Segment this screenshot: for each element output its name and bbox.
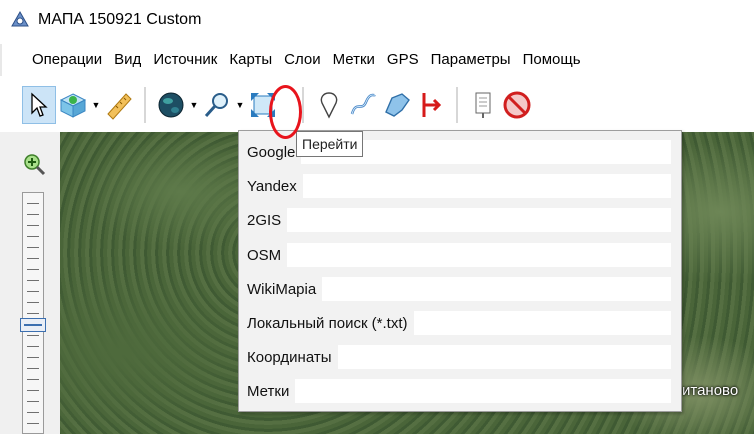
placemark-button[interactable] <box>312 86 346 124</box>
zoom-slider-thumb[interactable] <box>20 318 46 332</box>
track-button[interactable] <box>346 86 380 124</box>
goto-label-2gis: 2GIS <box>247 211 282 229</box>
goto-label-wikimapia: WikiMapia <box>247 280 317 298</box>
menu-view[interactable]: Вид <box>108 44 147 76</box>
goto-label-google: Google <box>247 143 296 161</box>
goto-row-yandex[interactable]: Yandex <box>247 174 677 198</box>
search-goto-dropdown-arrow[interactable]: ▼ <box>234 86 246 124</box>
goto-input-yandex[interactable] <box>302 174 671 198</box>
magnifier-icon <box>204 93 228 118</box>
menu-layers[interactable]: Слои <box>278 44 326 76</box>
goto-label-local-search: Локальный поиск (*.txt) <box>247 314 408 332</box>
window-title: МАПА 150921 Custom <box>38 11 202 28</box>
map-app-icon <box>11 10 29 27</box>
goto-input-2gis[interactable] <box>287 208 671 232</box>
ruler-button[interactable] <box>102 86 136 124</box>
note-icon <box>475 92 491 118</box>
map-place-label: итаново <box>682 382 739 399</box>
map-tiles-button[interactable] <box>56 86 90 124</box>
goto-input-local-search[interactable] <box>413 311 671 335</box>
search-goto-button[interactable] <box>200 86 234 124</box>
menu-bar: Операции Вид Источник Карты Слои Метки G… <box>0 44 754 76</box>
toolbar: ▼ ▼ ▼ <box>0 80 754 130</box>
menu-gps[interactable]: GPS <box>381 44 425 76</box>
polygon-button[interactable] <box>380 86 414 124</box>
goto-label-marks: Метки <box>247 382 290 400</box>
pin-icon <box>320 92 338 119</box>
title-bar: МАПА 150921 Custom <box>0 0 754 40</box>
menu-maps[interactable]: Карты <box>223 44 278 76</box>
goto-label-yandex: Yandex <box>247 177 297 195</box>
globe-icon <box>158 92 184 118</box>
goto-row-2gis[interactable]: 2GIS <box>247 208 677 232</box>
polygon-icon <box>385 93 410 117</box>
prohibited-icon <box>503 91 531 119</box>
fullscreen-button[interactable] <box>246 86 280 124</box>
map-tiles-dropdown-arrow[interactable]: ▼ <box>90 86 102 124</box>
track-icon <box>350 93 376 115</box>
goto-input-osm[interactable] <box>287 243 671 267</box>
menu-help[interactable]: Помощь <box>517 44 587 76</box>
ruler-icon <box>107 93 132 120</box>
goto-row-coordinates[interactable]: Координаты <box>247 345 677 369</box>
menu-operations[interactable]: Операции <box>26 44 108 76</box>
notes-button[interactable] <box>466 86 500 124</box>
menu-parameters[interactable]: Параметры <box>425 44 517 76</box>
zoom-in-icon[interactable] <box>22 152 46 176</box>
goto-row-osm[interactable]: OSM <box>247 243 677 267</box>
goto-label-osm: OSM <box>247 246 282 264</box>
toolbar-separator <box>144 87 146 123</box>
goto-row-wikimapia[interactable]: WikiMapia <box>247 277 677 301</box>
globe-dropdown-arrow[interactable]: ▼ <box>188 86 200 124</box>
goto-input-wikimapia[interactable] <box>322 277 671 301</box>
globe-button[interactable] <box>154 86 188 124</box>
goto-input-marks[interactable] <box>295 379 671 403</box>
menu-marks[interactable]: Метки <box>327 44 381 76</box>
select-pointer-button[interactable] <box>22 86 56 124</box>
toolbar-separator <box>456 87 458 123</box>
toolbar-separator <box>302 87 304 123</box>
cursor-arrow-icon <box>31 92 48 117</box>
goto-input-coordinates[interactable] <box>337 345 671 369</box>
goto-row-marks[interactable]: Метки <box>247 379 677 403</box>
goto-tooltip: Перейти <box>296 131 364 157</box>
expand-arrows-icon <box>251 93 275 117</box>
goto-label-coordinates: Координаты <box>247 348 332 366</box>
goto-dropdown-menu: Google Yandex 2GIS OSM WikiMapia Локальн… <box>238 130 682 412</box>
cancel-button[interactable] <box>500 86 534 124</box>
tiles-icon <box>59 93 87 118</box>
menu-source[interactable]: Источник <box>147 44 223 76</box>
red-bracket-icon <box>422 93 442 117</box>
line-marker-button[interactable] <box>414 86 448 124</box>
zoom-slider-track[interactable] <box>22 192 44 434</box>
goto-row-local-search[interactable]: Локальный поиск (*.txt) <box>247 311 677 335</box>
